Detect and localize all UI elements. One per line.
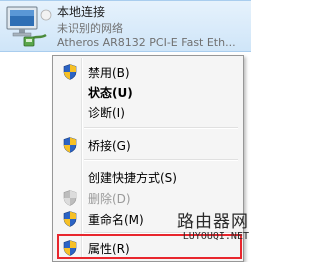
- menu-item-create-shortcut[interactable]: 创建快捷方式(S): [55, 166, 241, 187]
- network-adapter-icon: [6, 6, 52, 47]
- uac-shield-icon: [63, 190, 77, 206]
- menu-item-disable[interactable]: 禁用(B): [55, 61, 241, 82]
- menu-item-label: 诊断(I): [88, 106, 125, 120]
- watermark-url: LUYOUQI.NET: [182, 231, 249, 242]
- menu-separator: [84, 159, 238, 161]
- menu-item-bridge[interactable]: 桥接(G): [55, 134, 241, 155]
- adapter-name: 本地连接: [57, 5, 106, 19]
- uac-shield-icon: [63, 137, 77, 153]
- adapter-device-name: Atheros AR8132 PCI-E Fast Eth...: [57, 36, 236, 49]
- menu-item-label: 创建快捷方式(S): [88, 171, 177, 185]
- menu-item-label: 重命名(M): [88, 213, 144, 227]
- adapter-status: 未识别的网络: [57, 22, 123, 35]
- network-adapter-tile[interactable]: 本地连接 未识别的网络 Atheros AR8132 PCI-E Fast Et…: [0, 0, 251, 52]
- uac-shield-icon: [63, 211, 77, 227]
- watermark: 路由器网 LUYOUQI.NET: [143, 213, 249, 243]
- menu-item-status[interactable]: 状态(U): [55, 81, 241, 102]
- menu-item-delete: 删除(D): [55, 187, 241, 208]
- uac-shield-icon: [63, 64, 77, 80]
- menu-separator: [84, 127, 238, 129]
- menu-item-label: 删除(D): [88, 192, 131, 206]
- menu-item-label: 桥接(G): [88, 139, 131, 153]
- menu-item-label: 禁用(B): [88, 66, 130, 80]
- menu-item-diagnose[interactable]: 诊断(I): [55, 101, 241, 122]
- screenshot: 本地连接 未识别的网络 Atheros AR8132 PCI-E Fast Et…: [0, 0, 251, 262]
- menu-item-label: 状态(U): [88, 86, 133, 100]
- watermark-title: 路由器网: [177, 212, 249, 232]
